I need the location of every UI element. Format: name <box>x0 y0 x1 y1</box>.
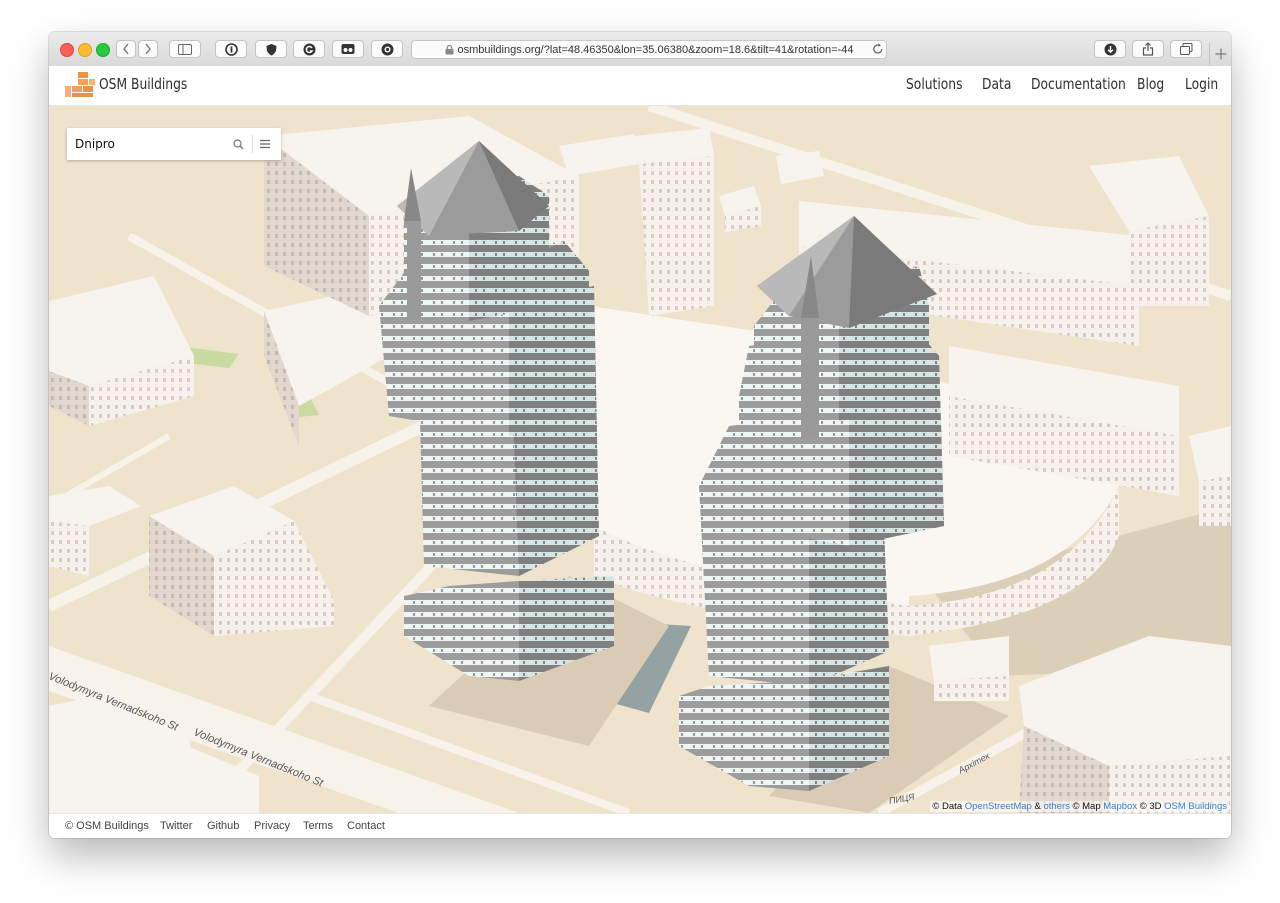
share-icon <box>1142 42 1154 56</box>
openstreetmap-link[interactable]: OpenStreetMap <box>965 801 1032 812</box>
search-input[interactable] <box>75 136 215 152</box>
search-icon[interactable] <box>233 139 244 150</box>
forward-button[interactable] <box>138 40 158 58</box>
grammar-icon <box>303 43 315 55</box>
attribution-3d-text: © 3D <box>1139 801 1162 812</box>
plus-icon <box>1215 48 1227 60</box>
menu-icon[interactable] <box>260 139 270 149</box>
chevron-left-icon <box>123 43 129 55</box>
footer-twitter-link[interactable]: Twitter <box>160 820 192 832</box>
osm-buildings-logo[interactable] <box>65 72 95 98</box>
reader-extension-button[interactable] <box>332 40 364 58</box>
new-tab-button[interactable] <box>1209 43 1231 67</box>
url-text: osmbuildings.org/?lat=48.46350&lon=35.06… <box>457 43 854 56</box>
lock-icon <box>445 44 453 54</box>
footer-terms-link[interactable]: Terms <box>303 820 333 832</box>
map-3d-scene <box>49 106 1231 813</box>
sidebar-icon <box>178 43 192 55</box>
browser-window: osmbuildings.org/?lat=48.46350&lon=35.06… <box>49 32 1231 838</box>
maximize-window-button[interactable] <box>96 43 110 57</box>
record-extension-button[interactable] <box>371 40 403 58</box>
glasses-icon <box>341 44 355 54</box>
browser-toolbar: osmbuildings.org/?lat=48.46350&lon=35.06… <box>49 32 1231 67</box>
footer-contact-link[interactable]: Contact <box>347 820 385 832</box>
nav-login[interactable]: Login <box>1185 75 1218 93</box>
address-bar[interactable]: osmbuildings.org/?lat=48.46350&lon=35.06… <box>411 40 887 59</box>
location-search <box>67 128 281 160</box>
osm-buildings-link[interactable]: OSM Buildings <box>1164 801 1227 812</box>
tabs-overview-button[interactable] <box>1170 40 1202 58</box>
share-button[interactable] <box>1132 40 1164 58</box>
nav-solutions[interactable]: Solutions <box>906 75 963 93</box>
sidebar-toggle-button[interactable] <box>169 40 201 58</box>
attribution-map-text: © Map <box>1072 801 1101 812</box>
shield-icon <box>266 43 276 55</box>
attribution-data-text: © Data <box>932 801 963 812</box>
map-attribution: © Data OpenStreetMap & others © Map Mapb… <box>930 801 1229 812</box>
site-footer: © OSM Buildings Twitter Github Privacy T… <box>49 813 1231 838</box>
brand-name[interactable]: OSM Buildings <box>99 75 187 93</box>
nav-documentation[interactable]: Documentation <box>1031 75 1126 93</box>
privacy-extension-button[interactable] <box>255 40 287 58</box>
close-window-button[interactable] <box>60 43 74 57</box>
others-link[interactable]: others <box>1043 801 1069 812</box>
record-icon <box>381 43 393 55</box>
grammar-extension-button[interactable] <box>293 40 325 58</box>
tabs-icon <box>1179 43 1192 55</box>
map-canvas[interactable]: Volodymyra Vernadskoho St Volodymyra Ver… <box>49 106 1231 813</box>
search-divider <box>252 135 253 153</box>
reload-icon[interactable] <box>872 43 884 55</box>
password-extension-button[interactable] <box>215 40 247 58</box>
password-manager-icon <box>224 42 238 56</box>
mapbox-link[interactable]: Mapbox <box>1103 801 1137 812</box>
nav-blog[interactable]: Blog <box>1137 75 1164 93</box>
attribution-amp: & <box>1034 801 1041 812</box>
footer-copyright: © OSM Buildings <box>65 820 149 832</box>
footer-privacy-link[interactable]: Privacy <box>254 820 290 832</box>
back-button[interactable] <box>116 40 136 58</box>
download-icon <box>1104 43 1116 55</box>
chevron-right-icon <box>145 43 151 55</box>
footer-github-link[interactable]: Github <box>207 820 239 832</box>
minimize-window-button[interactable] <box>78 43 92 57</box>
site-navbar: OSM Buildings Solutions Data Documentati… <box>49 66 1231 106</box>
nav-data[interactable]: Data <box>982 75 1011 93</box>
downloads-button[interactable] <box>1094 40 1126 58</box>
